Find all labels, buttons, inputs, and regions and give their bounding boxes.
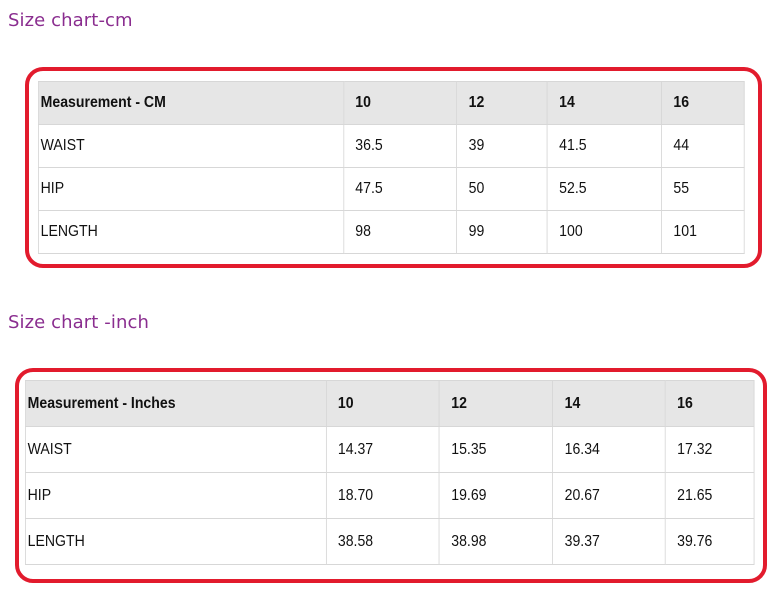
table-cell: 98 bbox=[342, 210, 458, 254]
table-cell: 100 bbox=[546, 210, 662, 254]
row-label: HIP bbox=[25, 472, 327, 519]
table-cell: 44 bbox=[661, 124, 745, 168]
table-cell: 18.70 bbox=[325, 472, 440, 519]
header-cell-size-14: 14 bbox=[546, 81, 662, 125]
header-cell-size-14: 14 bbox=[552, 380, 666, 427]
table-row-length: LENGTH 38.58 38.98 39.37 39.76 bbox=[25, 518, 755, 565]
row-label: LENGTH bbox=[38, 210, 344, 254]
table-row-hip: HIP 47.5 50 52.5 55 bbox=[38, 167, 745, 211]
header-cell-size-12: 12 bbox=[456, 81, 548, 125]
table-cell: 21.65 bbox=[664, 472, 755, 519]
table-cell: 38.98 bbox=[438, 518, 554, 565]
table-cell: 14.37 bbox=[325, 426, 440, 473]
table-cell: 15.35 bbox=[438, 426, 554, 473]
header-cell-size-10: 10 bbox=[342, 81, 458, 125]
table-cell: 36.5 bbox=[342, 124, 458, 168]
row-label: LENGTH bbox=[25, 518, 327, 565]
size-chart-cm-title: Size chart-cm bbox=[8, 10, 133, 31]
header-cell-measurement: Measurement - CM bbox=[38, 81, 344, 125]
table-cell: 38.58 bbox=[325, 518, 440, 565]
table-cell: 41.5 bbox=[546, 124, 662, 168]
table-cell: 39.76 bbox=[664, 518, 755, 565]
row-label: WAIST bbox=[25, 426, 327, 473]
table-row-waist: WAIST 14.37 15.35 16.34 17.32 bbox=[25, 426, 755, 473]
table-row-hip: HIP 18.70 19.69 20.67 21.65 bbox=[25, 472, 755, 519]
header-cell-size-16: 16 bbox=[661, 81, 745, 125]
size-chart-inch-table: Measurement - Inches 10 12 14 16 WAIST 1… bbox=[25, 380, 755, 565]
table-cell: 101 bbox=[661, 210, 745, 254]
table-cell: 52.5 bbox=[546, 167, 662, 211]
table-row-length: LENGTH 98 99 100 101 bbox=[38, 210, 745, 254]
table-cell: 55 bbox=[661, 167, 745, 211]
table-cell: 17.32 bbox=[664, 426, 755, 473]
header-cell-size-10: 10 bbox=[325, 380, 440, 427]
table-cell: 50 bbox=[456, 167, 548, 211]
table-cell: 39 bbox=[456, 124, 548, 168]
table-cell: 16.34 bbox=[552, 426, 666, 473]
table-header-row: Measurement - CM 10 12 14 16 bbox=[38, 81, 745, 125]
table-cell: 99 bbox=[456, 210, 548, 254]
size-chart-cm-table: Measurement - CM 10 12 14 16 WAIST 36.5 … bbox=[38, 81, 745, 254]
table-cell: 47.5 bbox=[342, 167, 458, 211]
row-label: WAIST bbox=[38, 124, 344, 168]
size-chart-inch-title: Size chart -inch bbox=[8, 312, 149, 333]
table-row-waist: WAIST 36.5 39 41.5 44 bbox=[38, 124, 745, 168]
header-cell-size-16: 16 bbox=[664, 380, 755, 427]
header-cell-measurement: Measurement - Inches bbox=[25, 380, 327, 427]
table-cell: 20.67 bbox=[552, 472, 666, 519]
header-cell-size-12: 12 bbox=[438, 380, 554, 427]
table-cell: 19.69 bbox=[438, 472, 554, 519]
table-cell: 39.37 bbox=[552, 518, 666, 565]
row-label: HIP bbox=[38, 167, 344, 211]
table-header-row: Measurement - Inches 10 12 14 16 bbox=[25, 380, 755, 427]
